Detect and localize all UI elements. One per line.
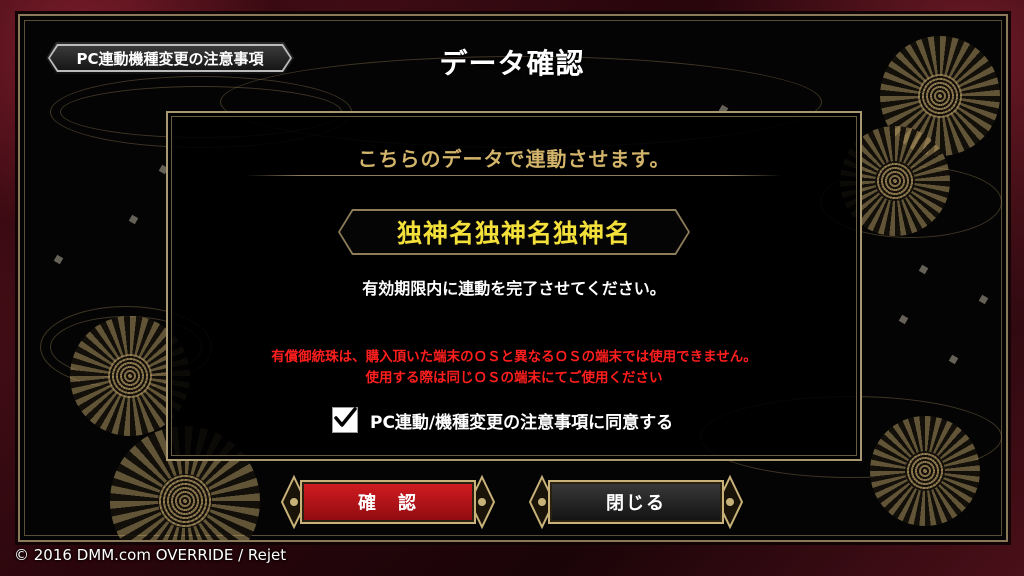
character-name: 独神名独神名独神名 [396, 219, 631, 248]
confetti-decoration [978, 294, 989, 305]
dialog-heading: こちらのデータで連動させます。 [357, 147, 671, 171]
confetti-decoration [918, 264, 929, 275]
os-warning: 有償御統珠は、購入頂いた端末のＯＳと異なるＯＳの端末では使用できません。 使用す… [168, 347, 860, 389]
confirm-button-frame: 確 認 [280, 475, 496, 529]
checkmark-icon [334, 407, 357, 427]
character-name-plate: 独神名独神名独神名 [338, 209, 690, 255]
chrysanthemum-decoration [870, 416, 980, 526]
confetti-decoration [53, 254, 64, 265]
agree-checkbox[interactable] [332, 407, 358, 433]
copyright-text: © 2016 DMM.com OVERRIDE / Rejet [14, 546, 287, 564]
agree-checkbox-row[interactable]: PC連動/機種変更の注意事項に同意する [332, 405, 673, 435]
confirm-dialog: こちらのデータで連動させます。 独神名独神名独神名 有効期限内に連動を完了させて… [166, 111, 862, 461]
os-warning-line1: 有償御統珠は、購入頂いた端末のＯＳと異なるＯＳの端末では使用できません。 [271, 349, 757, 365]
confetti-decoration [948, 354, 959, 365]
deadline-text: 有効期限内に連動を完了させてください。 [362, 279, 666, 298]
agree-label: PC連動/機種変更の注意事項に同意する [370, 412, 674, 433]
os-warning-line2: 使用する際は同じＯＳの端末にてご使用ください [365, 370, 663, 386]
confetti-decoration [898, 314, 909, 325]
close-button-frame: 閉じる [528, 475, 744, 529]
page-title: データ確認 [439, 47, 585, 80]
confirm-button[interactable]: 確 認 [300, 480, 476, 524]
close-button[interactable]: 閉じる [548, 480, 724, 524]
confetti-decoration [128, 214, 139, 225]
heading-divider [246, 175, 782, 176]
